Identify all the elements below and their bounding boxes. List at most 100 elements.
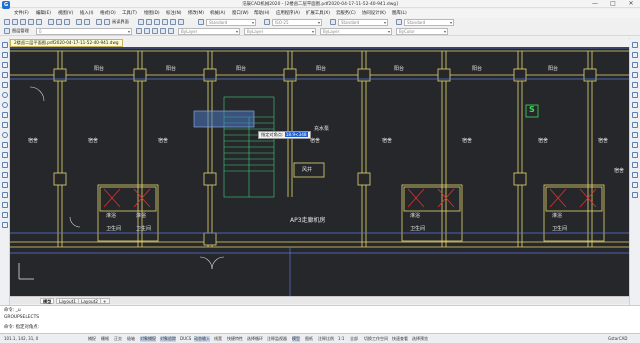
move-icon[interactable] bbox=[632, 92, 638, 98]
point-icon[interactable] bbox=[2, 172, 8, 178]
break-icon[interactable] bbox=[632, 152, 638, 158]
dim-style-icon[interactable] bbox=[264, 19, 270, 25]
minimize-button[interactable]: — bbox=[586, 0, 604, 8]
preview-icon[interactable] bbox=[36, 19, 42, 25]
layer-manager-label[interactable]: 图层管理 bbox=[12, 28, 29, 34]
quick-properties-toggle[interactable]: 快捷特性 bbox=[227, 336, 243, 342]
layer-previous-icon[interactable] bbox=[144, 28, 150, 34]
make-block-icon[interactable] bbox=[2, 162, 8, 168]
copy-object-icon[interactable] bbox=[632, 52, 638, 58]
chamfer-icon[interactable] bbox=[632, 172, 638, 178]
snap-toggle[interactable]: 捕捉 bbox=[88, 336, 96, 342]
osnap-toggle[interactable]: 对象捕捉 bbox=[140, 336, 156, 342]
layer-uniso-icon[interactable] bbox=[168, 28, 174, 34]
lineweight-toggle[interactable]: 线宽 bbox=[214, 336, 222, 342]
table-style-icon[interactable] bbox=[330, 19, 336, 25]
tool-palette-icon[interactable] bbox=[162, 19, 168, 25]
revision-cloud-icon[interactable] bbox=[2, 112, 8, 118]
design-center-icon[interactable] bbox=[154, 19, 160, 25]
menu-edit[interactable]: 编辑(E) bbox=[36, 10, 51, 16]
ellipse-arc-icon[interactable] bbox=[2, 142, 8, 148]
command-prompt[interactable]: 命令: 指定对角点: bbox=[4, 324, 39, 330]
rotate-icon[interactable] bbox=[632, 102, 638, 108]
tooltip-value-field[interactable]: 18.9<348 bbox=[284, 132, 308, 137]
make-current-layer-icon[interactable] bbox=[136, 28, 142, 34]
menu-mechanical[interactable]: 机械(A) bbox=[210, 10, 225, 16]
paste-icon[interactable] bbox=[64, 19, 70, 25]
zoom-icon[interactable] bbox=[104, 19, 110, 25]
table-style-combo[interactable]: Standard bbox=[338, 19, 388, 26]
insert-block-icon[interactable] bbox=[2, 152, 8, 158]
quick-tab-label[interactable]: 阅读界面 bbox=[112, 19, 129, 25]
otrack-toggle[interactable]: 对象追踪 bbox=[160, 336, 176, 342]
new-file-icon[interactable] bbox=[4, 19, 10, 25]
match-properties-icon[interactable] bbox=[138, 19, 144, 25]
color-combo[interactable]: ByLayer bbox=[178, 28, 240, 35]
text-style-icon[interactable] bbox=[198, 19, 204, 25]
quick-view-button[interactable]: 快速查看 bbox=[392, 336, 408, 342]
ellipse-icon[interactable] bbox=[2, 132, 8, 138]
pan-icon[interactable] bbox=[96, 19, 102, 25]
menu-modify[interactable]: 修改(M) bbox=[188, 10, 204, 16]
copy-icon[interactable] bbox=[56, 19, 62, 25]
grid-toggle[interactable]: 栅格 bbox=[101, 336, 109, 342]
circle-icon[interactable] bbox=[2, 102, 8, 108]
layer-properties-icon[interactable] bbox=[4, 28, 10, 34]
menu-extend[interactable]: 扩展工具(X) bbox=[306, 10, 330, 16]
trim-icon[interactable] bbox=[632, 132, 638, 138]
menu-collab[interactable]: 协同设计(K) bbox=[362, 10, 386, 16]
join-icon[interactable] bbox=[632, 162, 638, 168]
polar-toggle[interactable]: 极轴 bbox=[127, 336, 135, 342]
mleader-style-icon[interactable] bbox=[396, 19, 402, 25]
menu-view[interactable]: 视图(V) bbox=[58, 10, 73, 16]
stretch-icon[interactable] bbox=[632, 122, 638, 128]
undo-icon[interactable] bbox=[76, 19, 82, 25]
gradient-icon[interactable] bbox=[2, 192, 8, 198]
arc-icon[interactable] bbox=[2, 92, 8, 98]
menu-insert[interactable]: 插入(I) bbox=[80, 10, 94, 16]
redo-icon[interactable] bbox=[84, 19, 90, 25]
document-tab[interactable]: 2楼卤二层平面图.pdf2020-04-17-11-52-40-941.dwg bbox=[10, 39, 123, 47]
tab-layout1[interactable]: Layout1 bbox=[56, 298, 79, 304]
menu-dimension[interactable]: 标注(N) bbox=[166, 10, 182, 16]
layer-combo[interactable]: 0 bbox=[36, 28, 132, 35]
selection-cycling-toggle[interactable]: 选择循环 bbox=[247, 336, 263, 342]
layer-iso-icon[interactable] bbox=[160, 28, 166, 34]
mirror-icon[interactable] bbox=[632, 62, 638, 68]
extend-icon[interactable] bbox=[632, 142, 638, 148]
line-tool-icon[interactable] bbox=[2, 42, 8, 48]
table-icon[interactable] bbox=[2, 212, 8, 218]
polygon-icon[interactable] bbox=[2, 72, 8, 78]
ducs-toggle[interactable]: DUCS bbox=[180, 336, 191, 341]
annotation-monitor-toggle[interactable]: 注释监视器 bbox=[267, 336, 287, 342]
calculator-icon[interactable] bbox=[170, 19, 176, 25]
explode-icon[interactable] bbox=[632, 192, 638, 198]
menu-file[interactable]: 文件(F) bbox=[14, 10, 29, 16]
workspace-switch-button[interactable]: 切换工作空间 bbox=[364, 336, 388, 342]
menu-library[interactable]: 图库(L) bbox=[392, 10, 407, 16]
ortho-toggle[interactable]: 正交 bbox=[114, 336, 122, 342]
annotation-scale-value[interactable]: 1:1 bbox=[338, 336, 344, 341]
text-style-combo[interactable]: Standard bbox=[206, 19, 256, 26]
annotation-visibility-toggle[interactable]: 全部 bbox=[350, 336, 358, 342]
dynamic-input-toggle[interactable]: 动态输入 bbox=[194, 336, 210, 342]
model-space-toggle[interactable]: 模型 bbox=[292, 336, 300, 342]
scale-icon[interactable] bbox=[632, 112, 638, 118]
plot-style-combo[interactable]: ByColor bbox=[396, 28, 448, 35]
save-icon[interactable] bbox=[20, 19, 26, 25]
hatch-icon[interactable] bbox=[2, 182, 8, 188]
region-icon[interactable] bbox=[2, 202, 8, 208]
menu-help[interactable]: 帮助(H) bbox=[254, 10, 270, 16]
erase-icon[interactable] bbox=[632, 42, 638, 48]
maximize-button[interactable]: □ bbox=[604, 0, 622, 8]
menu-apps[interactable]: 应用程序(A) bbox=[276, 10, 300, 16]
open-file-icon[interactable] bbox=[12, 19, 18, 25]
linetype-combo[interactable]: ByLayer bbox=[244, 28, 316, 35]
multiline-text-icon[interactable] bbox=[2, 222, 8, 228]
mleader-style-combo[interactable]: Standard bbox=[404, 19, 454, 26]
menu-draw[interactable]: 绘图(D) bbox=[144, 10, 160, 16]
menu-tools[interactable]: 工具(T) bbox=[122, 10, 137, 16]
annotation-scale-label[interactable]: 注释比例 bbox=[318, 336, 334, 342]
offset-icon[interactable] bbox=[632, 72, 638, 78]
menu-format[interactable]: 格式(O) bbox=[100, 10, 116, 16]
